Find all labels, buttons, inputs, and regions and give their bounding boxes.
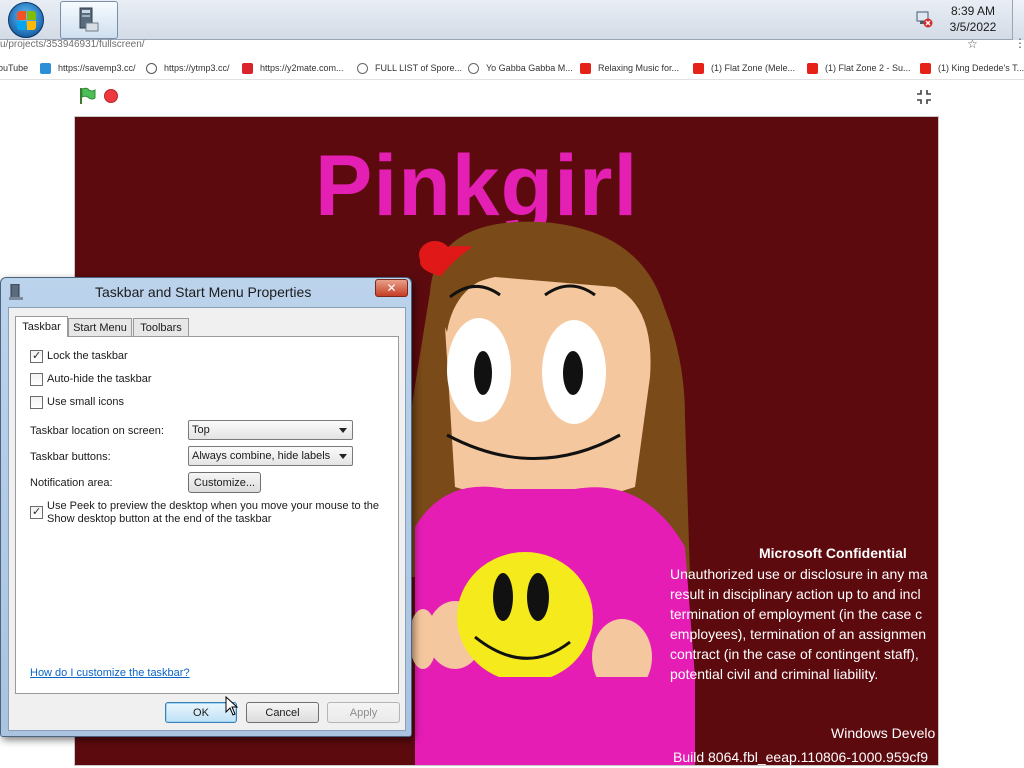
buttons-value: Always combine, hide labels [192,450,331,462]
bookmark-item[interactable]: FULL LIST of Spore... [357,61,462,75]
youtube-icon [807,62,818,74]
lock-taskbar-option[interactable]: Lock the taskbar [30,349,128,363]
notification-label: Notification area: [30,477,113,489]
bookmark-item[interactable]: ouTube [0,61,28,75]
bookmark-label: ouTube [0,63,29,73]
dialog-client: Taskbar Start Menu Toolbars Lock the tas… [8,307,406,731]
peek-label-line1: Use Peek to preview the desktop when you… [47,500,380,512]
lock-taskbar-checkbox[interactable] [30,349,43,363]
bookmark-item[interactable]: Yo Gabba Gabba M... [468,61,573,75]
customize-button[interactable]: Customize... [188,472,261,493]
exit-fullscreen-icon[interactable] [916,89,932,105]
watermark-version: Windows Develo [831,725,936,741]
buttons-label: Taskbar buttons: [30,451,111,463]
bookmark-label: FULL LIST of Spore... [375,63,463,73]
small-icons-checkbox[interactable] [30,396,43,409]
tab-start-menu[interactable]: Start Menu [68,318,132,336]
location-value: Top [192,424,210,436]
tab-toolbars[interactable]: Toolbars [133,318,189,336]
dialog-title: Taskbar and Start Menu Properties [95,284,312,300]
cancel-button[interactable]: Cancel [246,702,319,723]
browser-menu-icon[interactable]: ⋮ [1014,36,1024,50]
watermark-line: Unauthorized use or disclosure in any ma [670,566,928,582]
bookmark-label: (1) Flat Zone 2 - Su... [825,63,911,73]
watermark-line: potential civil and criminal liability. [670,666,879,682]
mouse-cursor-icon [225,696,239,716]
chevron-down-icon [339,454,347,459]
close-button[interactable]: ✕ [375,279,408,297]
buttons-select[interactable]: Always combine, hide labels [188,446,353,466]
watermark-line: employees), termination of an assignmen [670,626,927,642]
location-select[interactable]: Top [188,420,353,440]
watermark-body: Unauthorized use or disclosure in any ma… [670,564,938,684]
stop-button[interactable] [104,89,118,103]
player-toolbar [0,82,1024,114]
start-button[interactable] [4,1,48,39]
youtube-icon [693,62,704,74]
savemp3-icon [40,62,51,74]
address-bar[interactable]: u/projects/353946931/fullscreen/ ☆ ⋮ [0,36,1024,54]
watermark-line: termination of employment (in the case c [670,606,923,622]
peek-label: Use Peek to preview the desktop when you… [47,500,379,526]
peek-label-line2: Show desktop button at the end of the ta… [47,513,272,525]
bookmark-label: (1) King Dedede's T... [938,63,1024,73]
taskbar-app-button[interactable] [60,1,118,39]
help-link[interactable]: How do I customize the taskbar? [30,667,190,679]
bookmark-item[interactable]: https://ytmp3.cc/ [146,61,230,75]
bookmark-label: https://savemp3.cc/ [58,63,136,73]
url-text: u/projects/353946931/fullscreen/ [0,39,145,50]
watermark-title: Microsoft Confidential [759,545,907,561]
control-panel-window-icon [79,7,99,32]
checkbox-label: Lock the taskbar [47,350,128,362]
clock-date: 3/5/2022 [949,20,997,34]
globe-icon [468,62,479,74]
bookmark-item[interactable]: (1) King Dedede's T... [920,61,1024,75]
bookmark-item[interactable]: https://savemp3.cc/ [40,61,136,75]
globe-icon [357,62,368,74]
taskbar-properties-icon [9,284,23,300]
bookmark-label: Yo Gabba Gabba M... [486,63,573,73]
chevron-down-icon [339,428,347,433]
taskbar: 8:39 AM 3/5/2022 [0,0,1024,40]
tab-taskbar[interactable]: Taskbar [15,316,68,337]
green-flag-icon[interactable] [78,87,96,105]
bookmark-item[interactable]: Relaxing Music for... [580,61,679,75]
taskbar-tab-panel: Lock the taskbar Auto-hide the taskbar U… [15,336,399,694]
checkbox-label: Auto-hide the taskbar [47,373,152,385]
watermark-build: Build 8064.fbl_eeap.110806-1000.959cf9 [673,749,929,765]
bookmark-label: https://ytmp3.cc/ [164,63,230,73]
ytmp3-icon [146,62,157,74]
watermark-line: result in disciplinary action up to and … [670,586,921,602]
bookmark-label: Relaxing Music for... [598,63,680,73]
auto-hide-option[interactable]: Auto-hide the taskbar [30,373,152,386]
small-icons-option[interactable]: Use small icons [30,396,124,409]
windows-logo-icon [8,2,44,38]
bookmark-item[interactable]: (1) Flat Zone (Mele... [693,61,795,75]
network-disconnected-icon[interactable] [915,10,933,28]
bookmark-star-icon[interactable]: ☆ [967,37,978,51]
auto-hide-checkbox[interactable] [30,373,43,386]
youtube-icon [920,62,931,74]
taskbar-properties-dialog: Taskbar and Start Menu Properties ✕ Task… [0,277,412,737]
bookmarks-bar: ouTube https://savemp3.cc/ https://ytmp3… [0,56,1024,80]
watermark-line: contract (in the case of contingent staf… [670,646,919,662]
bookmark-label: https://y2mate.com... [260,63,344,73]
bookmark-item[interactable]: https://y2mate.com... [242,61,344,75]
location-label: Taskbar location on screen: [30,425,164,437]
bookmark-item[interactable]: (1) Flat Zone 2 - Su... [807,61,911,75]
youtube-icon [580,62,591,74]
show-desktop-button[interactable] [1012,0,1024,40]
checkbox-label: Use small icons [47,396,125,408]
clock-time: 8:39 AM [950,4,996,18]
peek-checkbox[interactable] [30,505,43,519]
bookmark-label: (1) Flat Zone (Mele... [711,63,796,73]
apply-button[interactable]: Apply [327,702,400,723]
system-clock[interactable]: 8:39 AM 3/5/2022 [940,3,1006,35]
y2mate-icon [242,62,253,74]
peek-option[interactable]: Use Peek to preview the desktop when you… [30,500,379,526]
